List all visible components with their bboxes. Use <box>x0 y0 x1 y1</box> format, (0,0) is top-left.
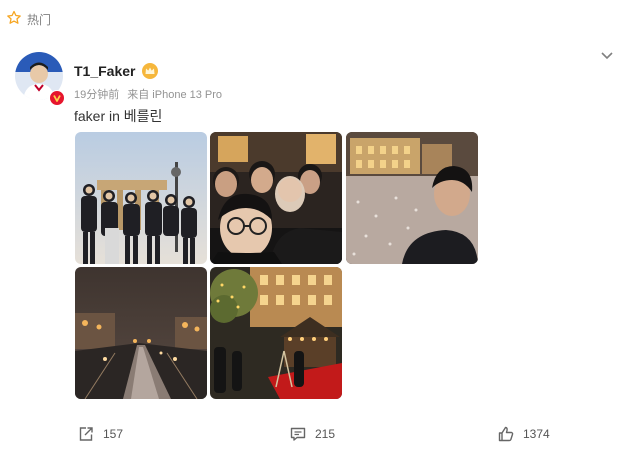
post-photo-5[interactable] <box>210 267 342 399</box>
comment-count: 215 <box>315 427 336 441</box>
post-text: faker in 베를린 <box>74 108 163 124</box>
post-meta: 19分钟前 来自 iPhone 13 Pro <box>74 86 230 102</box>
post-photo-2[interactable] <box>210 132 342 264</box>
verified-icon <box>49 90 65 106</box>
comment-icon <box>290 427 306 441</box>
repost-button[interactable]: 157 <box>77 424 123 444</box>
comment-button[interactable]: 215 <box>289 424 335 444</box>
post-photo-4[interactable] <box>75 267 207 399</box>
post-time[interactable]: 19分钟前 <box>74 89 119 101</box>
post-photo-1[interactable] <box>75 132 207 264</box>
hot-star-icon <box>6 10 22 26</box>
repost-icon <box>79 427 93 441</box>
post-source: 来自 iPhone 13 Pro <box>127 89 223 101</box>
feed-section-header: 热门 <box>0 0 635 36</box>
like-button[interactable]: 1374 <box>497 424 550 444</box>
like-count: 1374 <box>523 427 550 441</box>
author-name[interactable]: T1_Faker <box>74 63 135 79</box>
chevron-down-icon[interactable] <box>598 48 616 64</box>
repost-count: 157 <box>103 427 124 441</box>
section-label: 热门 <box>27 13 52 27</box>
like-icon <box>498 426 514 442</box>
post-photo-3[interactable] <box>346 132 478 264</box>
vip-crown-icon[interactable] <box>141 62 159 80</box>
